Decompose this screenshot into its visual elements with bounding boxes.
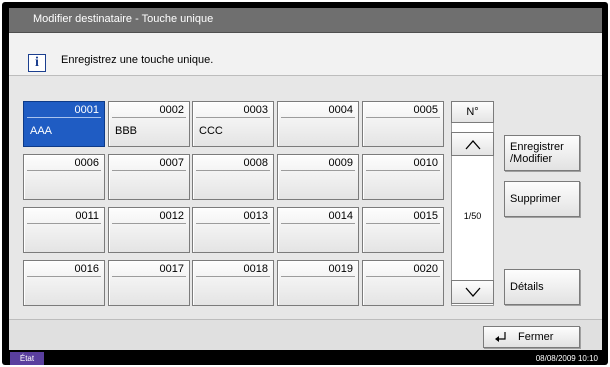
key-destination-name: CCC [199,125,223,137]
chevron-up-icon [465,140,481,150]
status-badge[interactable]: État [10,352,44,365]
key-number: 0013 [243,210,268,222]
one-touch-key[interactable]: 0019 [277,260,359,306]
one-touch-key[interactable]: 0010 [362,154,444,200]
key-number: 0009 [328,157,353,169]
number-search-button[interactable]: N° [451,101,494,123]
return-arrow-icon [495,332,506,342]
one-touch-key[interactable]: 0013 [192,207,274,253]
delete-button[interactable]: Supprimer [504,181,580,217]
key-number: 0005 [413,104,438,116]
details-button[interactable]: Détails [504,269,580,305]
page-indicator: 1/50 [463,211,482,221]
one-touch-key[interactable]: 0016 [23,260,105,306]
key-number: 0001 [74,104,99,116]
one-touch-key[interactable]: 0014 [277,207,359,253]
chevron-down-icon [465,287,481,297]
key-divider [366,276,440,277]
key-divider [281,223,355,224]
key-divider [27,223,101,224]
key-number: 0002 [159,104,184,116]
one-touch-key[interactable]: 0005 [362,101,444,147]
key-number: 0008 [243,157,268,169]
close-label: Fermer [518,331,554,343]
key-destination-name: AAA [30,125,53,137]
screen: Modifier destinataire - Touche unique i … [9,8,602,350]
key-number: 0019 [328,263,353,275]
key-divider [366,223,440,224]
key-number: 0016 [74,263,99,275]
close-button[interactable]: Fermer [483,326,580,348]
key-number: 0004 [328,104,353,116]
key-number: 0011 [75,210,99,222]
one-touch-key[interactable]: 0002 BBB [108,101,190,147]
key-number: 0018 [243,263,268,275]
key-destination-name: BBB [115,125,138,137]
key-divider [196,117,270,118]
key-number: 0006 [74,157,99,169]
key-divider [196,170,270,171]
key-divider [281,276,355,277]
key-divider [27,170,101,171]
message-text: Enregistrez une touche unique. [61,54,214,66]
key-divider [366,170,440,171]
window-title: Modifier destinataire - Touche unique [33,13,214,25]
one-touch-key[interactable]: 0018 [192,260,274,306]
key-number: 0020 [413,263,438,275]
one-touch-key[interactable]: 0017 [108,260,190,306]
key-number: 0012 [159,210,184,222]
key-number: 0014 [328,210,353,222]
register-modify-button[interactable]: Enregistrer /Modifier [504,135,580,171]
one-touch-key[interactable]: 0006 [23,154,105,200]
page-up-button[interactable] [451,132,494,156]
one-touch-key[interactable]: 0011 [23,207,105,253]
key-divider [112,117,186,118]
info-icon: i [28,54,46,72]
key-number: 0003 [243,104,268,116]
one-touch-key[interactable]: 0003 CCC [192,101,274,147]
one-touch-key[interactable]: 0020 [362,260,444,306]
one-touch-key[interactable]: 0015 [362,207,444,253]
message-bar: i Enregistrez une touche unique. [9,33,602,76]
key-number: 0010 [413,157,438,169]
key-divider [366,117,440,118]
key-divider [281,170,355,171]
bottom-bar: Fermer [9,319,602,350]
one-touch-key[interactable]: 0007 [108,154,190,200]
one-touch-key[interactable]: 0009 [277,154,359,200]
key-divider [196,223,270,224]
key-number: 0007 [159,157,184,169]
one-touch-key[interactable]: 0012 [108,207,190,253]
key-number: 0015 [413,210,438,222]
delete-label: Supprimer [510,193,561,205]
key-divider [112,276,186,277]
key-divider [281,117,355,118]
title-bar: Modifier destinataire - Touche unique [9,8,602,33]
key-divider [196,276,270,277]
key-divider [27,276,101,277]
key-divider [112,223,186,224]
date-time: 08/08/2009 10:10 [535,354,598,363]
page-down-button[interactable] [451,280,494,304]
key-divider [112,170,186,171]
one-touch-key[interactable]: 0008 [192,154,274,200]
key-divider [27,117,101,118]
key-number: 0017 [159,263,184,275]
register-modify-label: Enregistrer /Modifier [510,141,564,165]
one-touch-key[interactable]: 0001 AAA [23,101,105,147]
one-touch-key[interactable]: 0004 [277,101,359,147]
details-label: Détails [510,281,544,293]
